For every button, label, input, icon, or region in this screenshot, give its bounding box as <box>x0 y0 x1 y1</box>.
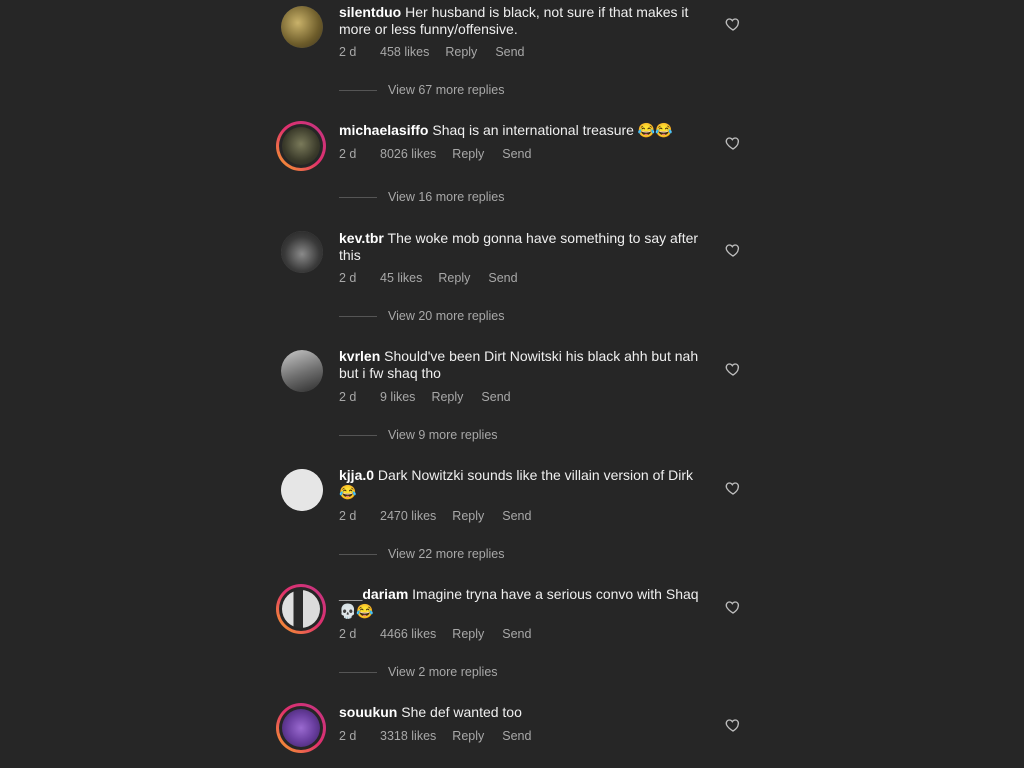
comment-body: She def wanted too <box>401 704 522 720</box>
comment-meta: 2 d 9 likes Reply Send <box>339 390 511 404</box>
send-button[interactable]: Send <box>481 390 510 404</box>
view-replies-label: View 67 more replies <box>388 83 505 97</box>
comment-likes[interactable]: 45 likes <box>380 271 422 285</box>
comment-likes[interactable]: 4466 likes <box>380 627 436 641</box>
comment-likes[interactable]: 9 likes <box>380 390 415 404</box>
replies-divider <box>339 89 377 91</box>
comment-text: souukun She def wanted too <box>339 704 714 721</box>
send-button[interactable]: Send <box>502 627 531 641</box>
comment-meta: 2 d 4466 likes Reply Send <box>339 627 531 641</box>
comment-time: 2 d <box>339 390 357 404</box>
view-replies-label: View 22 more replies <box>388 547 505 561</box>
view-replies-button[interactable]: View 2 more replies <box>339 665 498 679</box>
view-replies-label: View 2 more replies <box>388 665 498 679</box>
avatar[interactable] <box>276 584 326 634</box>
avatar[interactable] <box>281 350 323 392</box>
comment-username[interactable]: ___dariam <box>339 586 408 602</box>
reply-button[interactable]: Reply <box>452 627 484 641</box>
avatar-image <box>281 6 323 48</box>
send-button[interactable]: Send <box>502 509 531 523</box>
heart-outline-icon[interactable] <box>725 361 741 377</box>
reply-button[interactable]: Reply <box>452 147 484 161</box>
heart-outline-icon[interactable] <box>725 242 741 258</box>
comment-meta: 2 d 2470 likes Reply Send <box>339 509 531 523</box>
comment-likes[interactable]: 3318 likes <box>380 729 436 743</box>
comment-text: silentduo Her husband is black, not sure… <box>339 4 714 38</box>
reply-button[interactable]: Reply <box>438 271 470 285</box>
comment-time: 2 d <box>339 147 357 161</box>
comment-likes[interactable]: 458 likes <box>380 45 429 59</box>
comment-username[interactable]: michaelasiffo <box>339 122 428 138</box>
comment-text: kjja.0 Dark Nowitzki sounds like the vil… <box>339 467 714 501</box>
heart-outline-icon[interactable] <box>725 135 741 151</box>
comment-username[interactable]: kvrlen <box>339 348 380 364</box>
heart-outline-icon[interactable] <box>725 16 741 32</box>
avatar-image <box>282 709 320 747</box>
comment-body: Shaq is an international treasure 😂😂 <box>432 122 673 138</box>
comment-body: Should've been Dirt Nowitski his black a… <box>339 348 699 381</box>
view-replies-label: View 9 more replies <box>388 428 498 442</box>
avatar[interactable] <box>276 703 326 753</box>
heart-outline-icon[interactable] <box>725 599 741 615</box>
comment-meta: 2 d 45 likes Reply Send <box>339 271 518 285</box>
comment-body: The woke mob gonna have something to say… <box>339 230 699 263</box>
avatar-image <box>282 127 320 165</box>
send-button[interactable]: Send <box>488 271 517 285</box>
replies-divider <box>339 671 377 673</box>
send-button[interactable]: Send <box>502 147 531 161</box>
avatar[interactable] <box>281 231 323 273</box>
comment-body: Dark Nowitzki sounds like the villain ve… <box>339 467 694 500</box>
comment-username[interactable]: kjja.0 <box>339 467 374 483</box>
reply-button[interactable]: Reply <box>431 390 463 404</box>
comment-username[interactable]: silentduo <box>339 4 401 20</box>
comment-text: michaelasiffo Shaq is an international t… <box>339 122 714 139</box>
comment-meta: 2 d 8026 likes Reply Send <box>339 147 531 161</box>
view-replies-label: View 16 more replies <box>388 190 505 204</box>
view-replies-button[interactable]: View 22 more replies <box>339 547 505 561</box>
comment-text: ___dariam Imagine tryna have a serious c… <box>339 586 714 620</box>
default-avatar-icon <box>281 469 323 511</box>
replies-divider <box>339 315 377 317</box>
comment-meta: 2 d 458 likes Reply Send <box>339 45 525 59</box>
send-button[interactable]: Send <box>502 729 531 743</box>
reply-button[interactable]: Reply <box>445 45 477 59</box>
replies-divider <box>339 196 377 198</box>
comment-likes[interactable]: 8026 likes <box>380 147 436 161</box>
comment-time: 2 d <box>339 627 357 641</box>
reply-button[interactable]: Reply <box>452 729 484 743</box>
view-replies-label: View 20 more replies <box>388 309 505 323</box>
avatar[interactable] <box>276 121 326 171</box>
comment-time: 2 d <box>339 45 357 59</box>
comment-username[interactable]: kev.tbr <box>339 230 384 246</box>
comment-username[interactable]: souukun <box>339 704 397 720</box>
comment-time: 2 d <box>339 509 357 523</box>
heart-outline-icon[interactable] <box>725 717 741 733</box>
avatar-image <box>281 350 323 392</box>
comment-time: 2 d <box>339 729 357 743</box>
replies-divider <box>339 553 377 555</box>
comment-text: kev.tbr The woke mob gonna have somethin… <box>339 230 714 264</box>
avatar-image <box>281 231 323 273</box>
reply-button[interactable]: Reply <box>452 509 484 523</box>
comment-likes[interactable]: 2470 likes <box>380 509 436 523</box>
view-replies-button[interactable]: View 16 more replies <box>339 190 505 204</box>
comment-text: kvrlen Should've been Dirt Nowitski his … <box>339 348 714 382</box>
send-button[interactable]: Send <box>495 45 524 59</box>
view-replies-button[interactable]: View 20 more replies <box>339 309 505 323</box>
avatar[interactable] <box>281 6 323 48</box>
view-replies-button[interactable]: View 67 more replies <box>339 83 505 97</box>
comment-meta: 2 d 3318 likes Reply Send <box>339 729 531 743</box>
view-replies-button[interactable]: View 9 more replies <box>339 428 498 442</box>
avatar[interactable] <box>281 469 323 511</box>
replies-divider <box>339 434 377 436</box>
comment-time: 2 d <box>339 271 357 285</box>
heart-outline-icon[interactable] <box>725 480 741 496</box>
avatar-image <box>282 590 320 628</box>
